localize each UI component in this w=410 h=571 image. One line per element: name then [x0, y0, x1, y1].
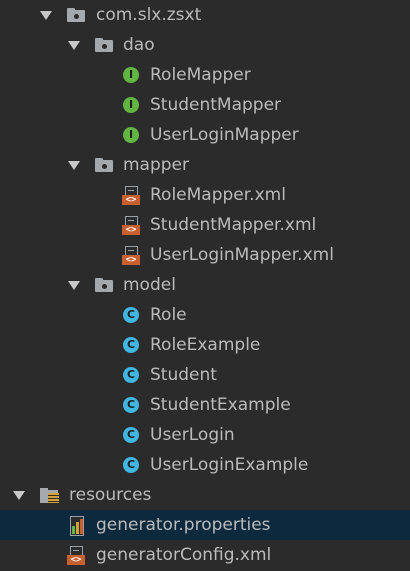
tree-row-interface[interactable]: I RoleMapper [0, 60, 410, 90]
tree-label: generatorConfig.xml [96, 545, 272, 565]
package-folder-icon [67, 8, 85, 22]
tree-label: Role [150, 305, 187, 325]
class-icon: C [123, 397, 139, 413]
interface-icon: I [123, 67, 139, 83]
tree-label-resources: resources [69, 485, 152, 505]
tree-row-interface[interactable]: I StudentMapper [0, 90, 410, 120]
class-icon: C [123, 367, 139, 383]
tree-label: RoleExample [150, 335, 261, 355]
class-icon: C [123, 457, 139, 473]
resources-folder-icon [40, 488, 60, 503]
tree-row-model[interactable]: model [0, 270, 410, 300]
tree-label: Student [150, 365, 217, 385]
xml-file-icon: <> [122, 246, 140, 265]
tree-row-resources[interactable]: resources [0, 480, 410, 510]
tree-label-mapper: mapper [123, 155, 190, 175]
expand-arrow-icon[interactable] [67, 150, 81, 180]
tree-label: StudentExample [150, 395, 291, 415]
tree-row-class[interactable]: C UserLogin [0, 420, 410, 450]
tree-row-xml-file[interactable]: <> generatorConfig.xml [0, 540, 410, 570]
tree-row-package[interactable]: com.slx.zsxt [0, 0, 410, 30]
tree-row-class[interactable]: C UserLoginExample [0, 450, 410, 480]
expand-arrow-icon[interactable] [39, 0, 53, 30]
tree-label: StudentMapper.xml [150, 215, 317, 235]
properties-file-icon [68, 516, 86, 536]
expand-arrow-icon[interactable] [67, 270, 81, 300]
xml-file-icon: <> [122, 186, 140, 205]
tree-row-xml-file[interactable]: <> StudentMapper.xml [0, 210, 410, 240]
tree-label: RoleMapper [150, 65, 251, 85]
xml-file-icon: <> [122, 216, 140, 235]
tree-label: generator.properties [96, 515, 271, 535]
tree-row-interface[interactable]: I UserLoginMapper [0, 120, 410, 150]
tree-row-class[interactable]: C RoleExample [0, 330, 410, 360]
project-tree: com.slx.zsxt dao I RoleMapper I StudentM… [0, 0, 410, 571]
tree-row-class[interactable]: C Student [0, 360, 410, 390]
tree-label-model: model [123, 275, 176, 295]
tree-row-xml-file[interactable]: <> UserLoginMapper.xml [0, 240, 410, 270]
tree-label: UserLogin [150, 425, 235, 445]
tree-label-dao: dao [123, 35, 155, 55]
package-folder-icon [95, 38, 113, 52]
class-icon: C [123, 427, 139, 443]
interface-icon: I [123, 97, 139, 113]
tree-row-class[interactable]: C Role [0, 300, 410, 330]
tree-label-package: com.slx.zsxt [96, 5, 202, 25]
xml-file-icon: <> [67, 546, 85, 565]
class-icon: C [123, 307, 139, 323]
tree-label: UserLoginExample [150, 455, 309, 475]
tree-label: UserLoginMapper [150, 125, 299, 145]
tree-row-xml-file[interactable]: <> RoleMapper.xml [0, 180, 410, 210]
tree-label: RoleMapper.xml [150, 185, 286, 205]
tree-row-mapper[interactable]: mapper [0, 150, 410, 180]
package-folder-icon [95, 158, 113, 172]
tree-row-dao[interactable]: dao [0, 30, 410, 60]
interface-icon: I [123, 127, 139, 143]
tree-row-class[interactable]: C StudentExample [0, 390, 410, 420]
package-folder-icon [95, 278, 113, 292]
expand-arrow-icon[interactable] [67, 30, 81, 60]
tree-row-properties-file[interactable]: generator.properties [0, 510, 410, 540]
tree-label: UserLoginMapper.xml [150, 245, 334, 265]
expand-arrow-icon[interactable] [12, 480, 26, 510]
tree-label: StudentMapper [150, 95, 282, 115]
class-icon: C [123, 337, 139, 353]
